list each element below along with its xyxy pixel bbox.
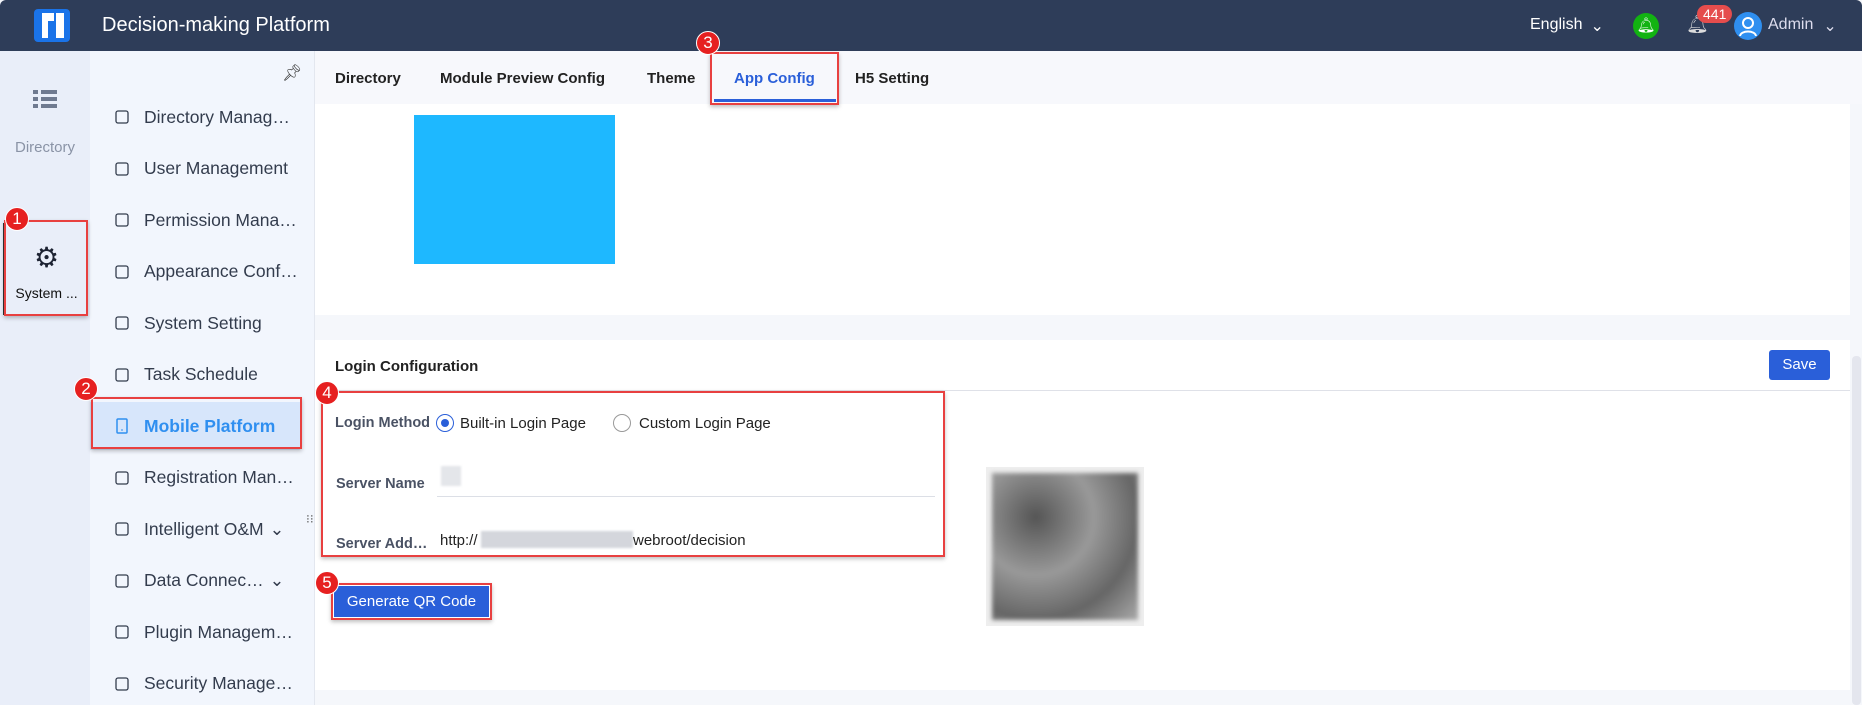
annotation-box-5 <box>331 583 492 620</box>
menu-item-label: Plugin Managem… <box>144 621 293 642</box>
chevron-down-icon: ⌄ <box>269 518 285 539</box>
shield-key-icon <box>115 213 129 227</box>
pin-icon[interactable]: 📌︎ <box>282 63 302 83</box>
menu-item-system-setting[interactable]: System Setting <box>114 308 314 338</box>
menu-item-appearance-conf[interactable]: Appearance Conf… <box>114 257 314 287</box>
user-menu[interactable]: Admin ⌄ <box>1768 16 1837 36</box>
primary-rail: Directory ⚙ System ... <box>0 51 90 705</box>
annotation-box-3 <box>710 52 839 105</box>
menu-item-label: Permission Mana… <box>144 209 297 230</box>
menu-item-label: Directory Manag… <box>144 106 290 127</box>
scrollbar[interactable] <box>1852 356 1861 705</box>
app-preview-card <box>315 104 1850 315</box>
secondary-menu: 📌︎ Directory Manag… User Management Permis… <box>90 51 315 705</box>
step-badge-5: 5 <box>315 571 339 595</box>
language-label: English <box>1530 16 1583 33</box>
gear-icon <box>115 316 129 330</box>
menu-item-plugin-managem[interactable]: Plugin Managem… <box>114 617 314 647</box>
timer-icon <box>115 367 129 382</box>
tab-module-preview-config[interactable]: Module Preview Config <box>440 70 605 87</box>
rail-item-directory[interactable]: Directory <box>0 89 90 156</box>
menu-item-directory-manag[interactable]: Directory Manag… <box>114 102 314 132</box>
step-badge-2: 2 <box>74 377 98 401</box>
menu-item-label: Data Connec… <box>144 570 264 590</box>
tab-h5-setting[interactable]: H5 Setting <box>855 70 929 87</box>
shield-plus-icon <box>115 676 129 691</box>
section-title: Login Configuration <box>335 358 479 375</box>
menu-item-label: Task Schedule <box>144 364 258 384</box>
save-button[interactable]: Save <box>1769 350 1830 380</box>
step-badge-3: 3 <box>696 31 720 55</box>
user-icon <box>115 161 129 176</box>
menu-item-intelligent-o-m[interactable]: Intelligent O&M ⌄ <box>114 514 314 544</box>
chevron-down-icon: ⌄ <box>1823 18 1837 35</box>
notification-count-badge: 441 <box>1697 5 1733 23</box>
menu-item-label: System Setting <box>144 312 262 333</box>
qr-code-image <box>986 467 1144 626</box>
list-doc-icon <box>115 110 129 124</box>
step-badge-1: 1 <box>5 207 29 231</box>
tab-directory[interactable]: Directory <box>335 70 401 87</box>
menu-item-label: Intelligent O&M <box>144 518 264 539</box>
puzzle-icon <box>115 625 129 639</box>
app-icon-image <box>414 115 615 264</box>
menu-item-data-connec[interactable]: Data Connec… ⌄ <box>114 566 314 596</box>
annotation-box-4 <box>321 391 945 557</box>
resize-handle-icon[interactable]: ⁝⁝ <box>306 513 314 525</box>
app-title: Decision-making Platform <box>102 14 330 36</box>
menu-item-label: User Management <box>144 158 288 178</box>
logo-icon <box>34 9 70 42</box>
paperclip-icon <box>115 573 129 588</box>
rail-label: Directory <box>14 139 75 156</box>
menu-item-registration-man[interactable]: Registration Man… <box>114 463 314 493</box>
paint-roller-icon <box>115 264 129 279</box>
menu-item-permission-mana[interactable]: Permission Mana… <box>114 205 314 235</box>
wrench-icon <box>115 522 129 536</box>
chevron-down-icon: ⌄ <box>1590 18 1604 35</box>
menu-item-label: Registration Man… <box>144 467 294 487</box>
menu-item-label: Appearance Conf… <box>144 261 298 281</box>
annotation-box-2 <box>91 397 302 449</box>
annotation-box-1 <box>4 220 88 316</box>
menu-item-task-schedule[interactable]: Task Schedule <box>114 360 314 390</box>
registration-icon <box>115 470 129 485</box>
tab-theme[interactable]: Theme <box>647 70 695 87</box>
menu-item-user-management[interactable]: User Management <box>114 154 314 184</box>
language-selector[interactable]: English ⌄ <box>1530 16 1604 36</box>
menu-item-security-manage[interactable]: Security Manage… <box>114 669 314 699</box>
avatar[interactable] <box>1734 12 1762 40</box>
step-badge-4: 4 <box>315 381 339 405</box>
top-header: Decision-making Platform English ⌄ 🔔︎ 🔔︎ … <box>0 0 1862 51</box>
list-icon <box>33 90 57 108</box>
chevron-down-icon: ⌄ <box>269 570 285 590</box>
menu-item-label: Security Manage… <box>144 673 293 693</box>
green-bell-icon[interactable]: 🔔︎ <box>1633 13 1659 39</box>
user-name: Admin <box>1768 16 1814 33</box>
